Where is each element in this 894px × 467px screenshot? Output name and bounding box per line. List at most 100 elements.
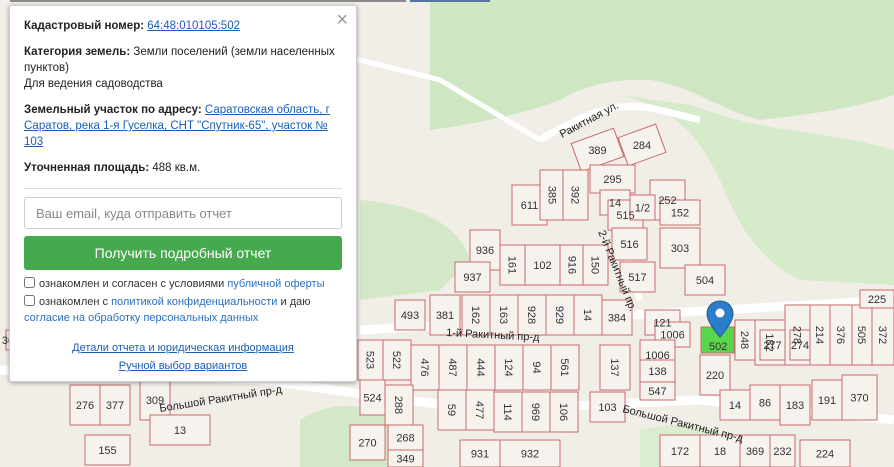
- parcel-label: 303: [671, 243, 689, 255]
- consent-privacy: ознакомлен с политикой конфиденциальност…: [24, 294, 342, 326]
- parcel-label: 505: [855, 326, 867, 344]
- category-row: Категория земель: Земли поселений (земли…: [24, 44, 342, 92]
- consent-privacy-checkbox[interactable]: [24, 295, 35, 306]
- parcel-label: 377: [106, 400, 124, 412]
- parcel-label: 220: [706, 370, 724, 382]
- email-input[interactable]: [24, 197, 342, 229]
- report-details-link[interactable]: Детали отчета и юридическая информация: [24, 340, 342, 356]
- parcel-label: 150: [589, 256, 601, 274]
- cadastral-label: Кадастровый номер:: [24, 20, 145, 32]
- parcel-label: 152: [671, 208, 689, 220]
- parcel-label: 161: [506, 256, 518, 274]
- parcel-label: 172: [671, 446, 689, 458]
- area-row: Уточненная площадь: 488 кв.м.: [24, 160, 342, 176]
- consent-privacy-text: ознакомлен с: [39, 296, 112, 308]
- consent-offer: ознакомлен и согласен с условиями публич…: [24, 276, 342, 292]
- parcel-label: 916: [566, 256, 578, 274]
- parcel-label: 523: [364, 351, 376, 369]
- parcel-label: 268: [396, 433, 414, 445]
- parcel-label: 1006: [660, 330, 684, 342]
- parcel-label: 389: [588, 145, 606, 157]
- parcel-label: 18: [714, 446, 726, 458]
- parcel-label: 1006: [645, 350, 669, 362]
- parcel-label: 252: [658, 195, 676, 207]
- parcel-label: 274: [791, 340, 809, 352]
- footer-links: Детали отчета и юридическая информация Р…: [24, 340, 342, 374]
- parcel-label: 504: [696, 275, 714, 287]
- parcel-label: 932: [521, 449, 539, 461]
- parcel-label: 295: [603, 174, 621, 186]
- parcel-label: 929: [553, 306, 565, 324]
- parcel-label: 476: [418, 358, 430, 376]
- area-label: Уточненная площадь:: [24, 162, 150, 174]
- parcel-label: 270: [358, 438, 376, 450]
- data-processing-link[interactable]: согласие на обработку персональных данны…: [24, 312, 258, 324]
- area-value: 488 кв.м.: [152, 162, 201, 174]
- parcel-label: 309: [146, 395, 164, 407]
- parcel-label: 288: [392, 396, 404, 414]
- parcel-label: 477: [473, 401, 485, 419]
- parcel-label: 277: [763, 340, 781, 352]
- cadastral-number-link[interactable]: 64:48:010105:502: [147, 20, 240, 32]
- parcel-label: 214: [813, 326, 825, 344]
- address-label: Земельный участок по адресу:: [24, 104, 202, 116]
- parcel-label: 276: [76, 400, 94, 412]
- parcel-label: 493: [401, 310, 419, 322]
- parcel-label: 248: [738, 331, 750, 349]
- parcel-label: 137: [608, 358, 620, 376]
- parcel-label: 103: [598, 402, 616, 414]
- close-icon[interactable]: ×: [336, 10, 348, 30]
- consent-offer-text: ознакомлен и согласен с условиями: [39, 278, 228, 290]
- parcel-label: 611: [521, 200, 539, 212]
- parcel-info-popup: × Кадастровый номер: 64:48:010105:502 Ка…: [9, 5, 357, 382]
- parcel-label: 444: [474, 358, 486, 376]
- parcel-label: 232: [773, 446, 791, 458]
- parcel-label: 124: [502, 358, 514, 376]
- parcel-label: 86: [759, 398, 771, 410]
- parcel-label: 14: [581, 309, 593, 321]
- parcel-label: 349: [396, 454, 414, 466]
- parcel-label: 969: [529, 403, 541, 421]
- parcel-label: 381: [436, 310, 454, 322]
- parcel-label: 936: [476, 245, 494, 257]
- parcel-label: 102: [533, 260, 551, 272]
- parcel-label: 931: [471, 449, 489, 461]
- consent-offer-checkbox[interactable]: [24, 277, 35, 288]
- get-report-button[interactable]: Получить подробный отчет: [24, 236, 342, 270]
- parcel-label: 928: [525, 306, 537, 324]
- parcel-label: 516: [620, 239, 638, 251]
- parcel-label: 376: [834, 326, 846, 344]
- parcel-label: 392: [569, 186, 581, 204]
- public-offer-link[interactable]: публичной оферты: [227, 278, 324, 290]
- parcel-label: 14: [609, 198, 621, 210]
- parcel-label: 106: [557, 403, 569, 421]
- location-pin-icon[interactable]: [706, 300, 734, 338]
- parcel-label: 369: [746, 446, 764, 458]
- address-row: Земельный участок по адресу: Саратовская…: [24, 102, 342, 150]
- parcel-label: 515: [616, 210, 634, 222]
- privacy-policy-link[interactable]: политикой конфиденциальности: [111, 296, 277, 308]
- parcel-label: 94: [530, 361, 542, 373]
- parcel-label: 937: [463, 272, 481, 284]
- parcel-label: 372: [876, 326, 888, 344]
- parcel-label: 14: [729, 400, 741, 412]
- parcel-label: 13: [174, 425, 186, 437]
- selected-parcel-label: 502: [709, 341, 727, 353]
- parcel-label: 561: [558, 358, 570, 376]
- parcel-label: 517: [628, 272, 646, 284]
- parcel-label: 163: [497, 306, 509, 324]
- parcel-label: 370: [850, 393, 868, 405]
- parcel-label: 138: [648, 366, 666, 378]
- parcel-label: 385: [546, 186, 558, 204]
- manual-selection-link[interactable]: Ручной выбор вариантов: [24, 358, 342, 374]
- parcel-label: 59: [445, 404, 457, 416]
- cadastral-row: Кадастровый номер: 64:48:010105:502: [24, 18, 342, 34]
- parcel-label: 225: [868, 294, 886, 306]
- parcel-label: 522: [390, 351, 402, 369]
- consent-privacy-mid: и даю: [277, 296, 311, 308]
- parcel-label: 224: [816, 449, 834, 461]
- parcel-label: 162: [469, 306, 481, 324]
- divider: [24, 188, 342, 189]
- parcel-label: 121: [653, 318, 671, 330]
- parcel-label: 155: [98, 445, 116, 457]
